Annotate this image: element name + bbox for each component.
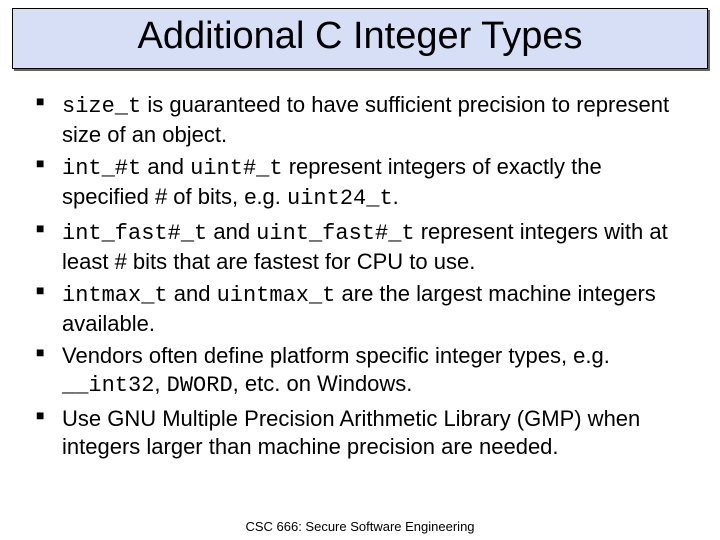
bullet-item: int_fast#_t and uint_fast#_t represent i… [34,218,686,276]
body-text: and [141,154,190,179]
body-text: Use GNU Multiple Precision Arithmetic Li… [62,406,640,459]
body-text: Vendors often define platform specific i… [62,343,610,368]
body-text: and [207,219,256,244]
body-text: , etc. on Windows. [233,371,413,396]
slide: Additional C Integer Types size_t is gua… [0,8,720,540]
code-text: size_t [62,94,141,119]
bullet-list: size_t is guaranteed to have sufficient … [34,91,686,461]
bullet-item: size_t is guaranteed to have sufficient … [34,91,686,149]
body-text: and [168,281,217,306]
title-box: Additional C Integer Types [12,8,708,69]
code-text: uint24_t [287,186,393,211]
body-text: , [154,371,166,396]
code-text: uint_fast#_t [256,221,414,246]
footer-text: CSC 666: Secure Software Engineering [0,519,720,534]
code-text: int_#t [62,156,141,181]
code-text: intmax_t [62,283,168,308]
bullet-item: int_#t and uint#_t represent integers of… [34,153,686,213]
body-text: . [393,184,399,209]
slide-title: Additional C Integer Types [21,15,699,58]
bullet-item: Use GNU Multiple Precision Arithmetic Li… [34,405,686,461]
code-text: uintmax_t [217,283,336,308]
bullet-item: Vendors often define platform specific i… [34,342,686,400]
code-text: __int32 [62,373,154,398]
code-text: uint#_t [190,156,282,181]
code-text: DWORD [167,373,233,398]
code-text: int_fast#_t [62,221,207,246]
body-text: is guaranteed to have sufficient precisi… [62,92,669,147]
bullet-item: intmax_t and uintmax_t are the largest m… [34,280,686,338]
